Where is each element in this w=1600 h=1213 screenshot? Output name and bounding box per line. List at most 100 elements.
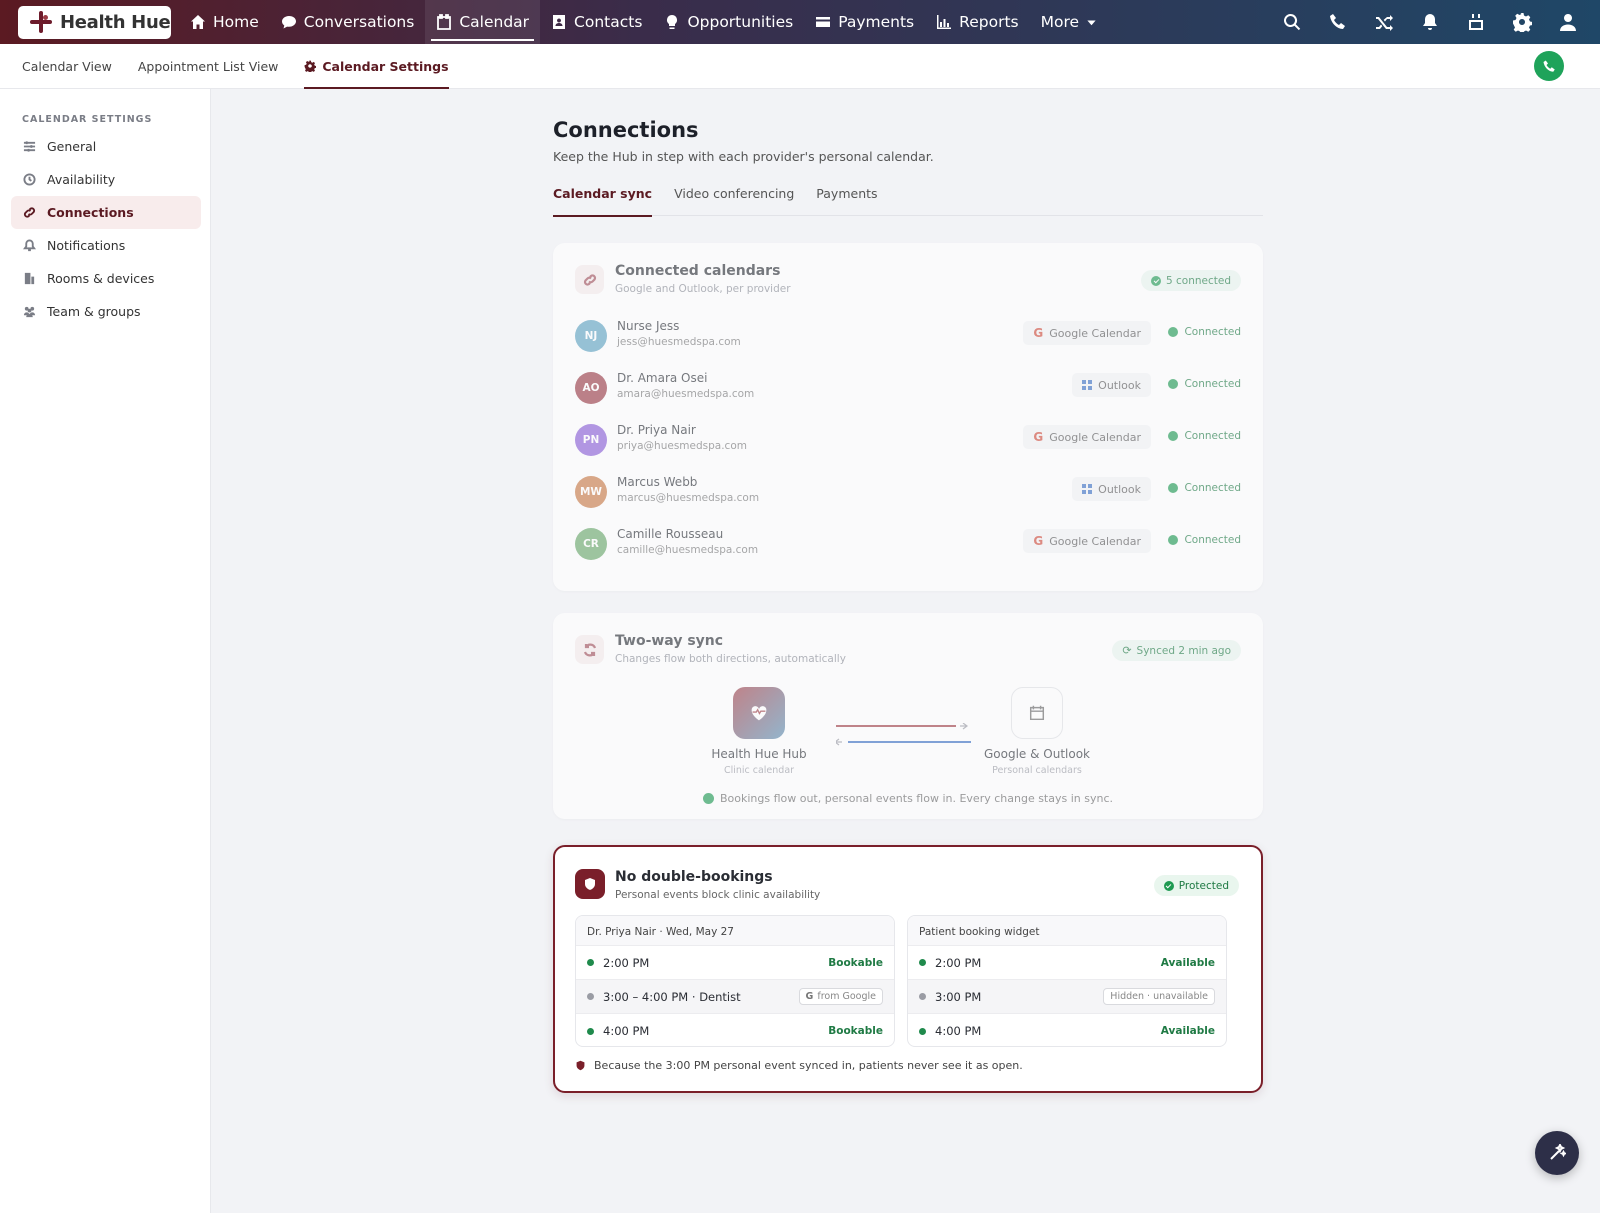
provider-name: Camille Rousseau	[617, 527, 724, 541]
bell-icon[interactable]	[1420, 12, 1440, 32]
sidebar-item-notifications[interactable]: Notifications	[11, 229, 201, 262]
tab-payments[interactable]: Payments	[816, 184, 877, 216]
magic-wand-button[interactable]	[1535, 1131, 1579, 1175]
nav-more[interactable]: More	[1030, 0, 1108, 44]
status-badge: Connected	[1168, 430, 1241, 442]
two-way-sync-card: Two-way sync Changes flow both direction…	[553, 613, 1263, 819]
provider-name: Nurse Jess	[617, 319, 680, 333]
provider-email: priya@huesmedspa.com	[617, 440, 747, 452]
credit-card-icon	[816, 17, 831, 27]
nav-reports[interactable]: Reports	[925, 0, 1029, 44]
tab-video-conferencing[interactable]: Video conferencing	[674, 184, 794, 216]
slot-tag: Bookable	[828, 956, 883, 969]
nav-payments[interactable]: Payments	[804, 0, 925, 44]
google-icon: G	[805, 991, 814, 1002]
subtab-calendar-view-label: Calendar View	[22, 58, 112, 74]
provider-row[interactable]: CR Camille Rousseau camille@huesmedspa.c…	[575, 525, 1241, 565]
provider-row[interactable]: MW Marcus Webb marcus@huesmedspa.com Out…	[575, 473, 1241, 513]
schedule-slot[interactable]: 2:00 PM Bookable	[576, 946, 894, 980]
lightbulb-icon	[667, 15, 678, 29]
nav-calendar[interactable]: Calendar	[425, 0, 541, 44]
bell-icon	[23, 239, 36, 252]
check-icon	[1168, 535, 1179, 545]
nav-reports-label: Reports	[959, 13, 1019, 31]
slot-time: 4:00 PM	[935, 1024, 982, 1038]
hidden-chip: Hidden · unavailable	[1103, 988, 1215, 1005]
sync-arrows-icon	[836, 723, 971, 746]
nav-contacts[interactable]: Contacts	[540, 0, 653, 44]
slot-tag: Available	[1160, 956, 1215, 969]
schedule-slot[interactable]: 3:00 – 4:00 PM · Dentist Gfrom Google	[576, 980, 894, 1014]
user-icon[interactable]	[1558, 12, 1578, 32]
protection-note-text: Because the 3:00 PM personal event synce…	[594, 1059, 1023, 1072]
calendar-label: Google Calendar	[1049, 326, 1141, 340]
check-icon	[1168, 483, 1179, 493]
sidebar-item-availability[interactable]: Availability	[11, 163, 201, 196]
calendar-icon[interactable]	[1466, 12, 1486, 32]
calendar-label: Google Calendar	[1049, 430, 1141, 444]
provider-row[interactable]: PN Dr. Priya Nair priya@huesmedspa.com G…	[575, 421, 1241, 461]
slot-tag: Bookable	[828, 1025, 883, 1037]
outlook-icon	[1082, 484, 1092, 494]
status-label: Connected	[1184, 430, 1241, 442]
status-badge: Connected	[1168, 378, 1241, 390]
subtab-calendar-view[interactable]: Calendar View	[9, 44, 125, 89]
calendar-label: Google Calendar	[1049, 534, 1141, 548]
provider-name: Dr. Priya Nair	[617, 423, 696, 437]
subtab-appointment-list-view[interactable]: Appointment List View	[125, 44, 292, 89]
sync-status-badge: ⟳ Synced 2 min ago	[1112, 640, 1241, 661]
health-hue-logo-icon	[30, 11, 52, 33]
provider-email: jess@huesmedspa.com	[617, 336, 741, 348]
provider-schedule: Dr. Priya Nair · Wed, May 27 2:00 PM Book…	[575, 915, 895, 1047]
nav-conversations-label: Conversations	[303, 13, 415, 31]
schedule-slot[interactable]: 2:00 PM Available	[908, 946, 1226, 980]
clock-icon	[23, 173, 36, 186]
tab-calendar-sync[interactable]: Calendar sync	[553, 184, 653, 217]
sidebar-item-connections[interactable]: Connections	[11, 196, 201, 229]
home-icon	[191, 15, 205, 29]
external-node: Google & Outlook Personal calendars	[967, 687, 1107, 776]
avatar: CR	[575, 528, 607, 560]
call-button[interactable]	[1534, 51, 1564, 81]
nav-opportunities[interactable]: Opportunities	[653, 0, 804, 44]
provider-name: Marcus Webb	[617, 475, 698, 489]
slot-time: 2:00 PM	[603, 955, 650, 970]
slot-tag: Available	[1160, 1025, 1215, 1037]
shield-icon	[576, 1060, 585, 1071]
nav-home[interactable]: Home	[179, 0, 270, 44]
connected-calendars-card: Connected calendars Google and Outlook, …	[553, 243, 1263, 591]
gear-icon[interactable]	[1512, 12, 1532, 32]
shuffle-icon[interactable]	[1374, 12, 1394, 32]
status-badge: Connected	[1168, 534, 1241, 546]
schedule-slot[interactable]: 4:00 PM Available	[908, 1014, 1226, 1046]
badge-label: Protected	[1178, 879, 1229, 892]
sliders-icon	[23, 141, 36, 152]
phone-icon[interactable]	[1328, 12, 1348, 32]
main-nav: Home Conversations Calendar Contacts Opp…	[179, 0, 1108, 44]
avatar: MW	[575, 476, 607, 508]
google-icon: G	[1033, 430, 1044, 444]
brand-logo[interactable]: Health Hue	[18, 5, 171, 39]
card-subtitle: Google and Outlook, per provider	[615, 283, 791, 295]
search-icon[interactable]	[1282, 12, 1302, 32]
nav-conversations[interactable]: Conversations	[270, 0, 426, 44]
sidebar-item-label: Connections	[47, 205, 134, 220]
hub-label: Health Hue Hub	[711, 747, 807, 761]
provider-row[interactable]: NJ Nurse Jess jess@huesmedspa.com G Googl…	[575, 317, 1241, 357]
sidebar-item-rooms-devices[interactable]: Rooms & devices	[11, 262, 201, 295]
status-badge: Connected	[1168, 482, 1241, 494]
schedule-header: Patient booking widget	[908, 916, 1226, 946]
subtab-appointment-list-view-label: Appointment List View	[137, 58, 279, 74]
sidebar-item-general[interactable]: General	[11, 130, 201, 163]
calendar-label: Outlook	[1098, 482, 1141, 496]
badge-label: Synced 2 min ago	[1136, 644, 1231, 657]
calendar-label: Outlook	[1098, 378, 1141, 392]
schedule-slot[interactable]: 3:00 PM Hidden · unavailable	[908, 980, 1226, 1014]
users-icon	[23, 306, 36, 318]
provider-row[interactable]: AO Dr. Amara Osei amara@huesmedspa.com O…	[575, 369, 1241, 409]
sidebar-item-team-groups[interactable]: Team & groups	[11, 295, 201, 328]
schedule-slot[interactable]: 4:00 PM Bookable	[576, 1014, 894, 1046]
gear-icon	[304, 60, 317, 72]
hub-node: Health Hue Hub Clinic calendar	[689, 687, 829, 776]
subtab-calendar-settings[interactable]: Calendar Settings	[291, 44, 461, 89]
